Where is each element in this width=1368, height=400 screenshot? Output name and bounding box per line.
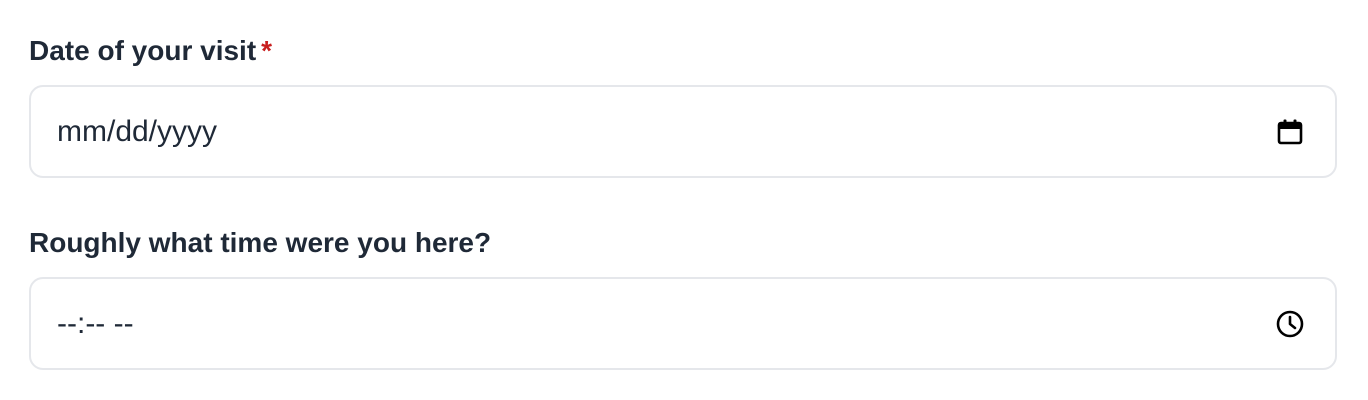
calendar-icon[interactable] bbox=[1275, 117, 1305, 147]
date-input[interactable]: mm/dd/yyyy bbox=[29, 85, 1337, 178]
date-input-placeholder: mm/dd/yyyy bbox=[57, 115, 218, 148]
time-input[interactable]: --:-- -- bbox=[29, 277, 1337, 370]
visit-form: Date of your visit * mm/dd/yyyy Roughly w… bbox=[0, 0, 1368, 400]
clock-icon[interactable] bbox=[1275, 309, 1305, 339]
date-label-text: Date of your visit bbox=[29, 35, 257, 66]
time-field-label: Roughly what time were you here? bbox=[29, 227, 492, 258]
time-input-placeholder: --:-- -- bbox=[57, 307, 134, 340]
required-marker: * bbox=[261, 35, 273, 66]
date-field-label: Date of your visit * bbox=[29, 34, 272, 68]
